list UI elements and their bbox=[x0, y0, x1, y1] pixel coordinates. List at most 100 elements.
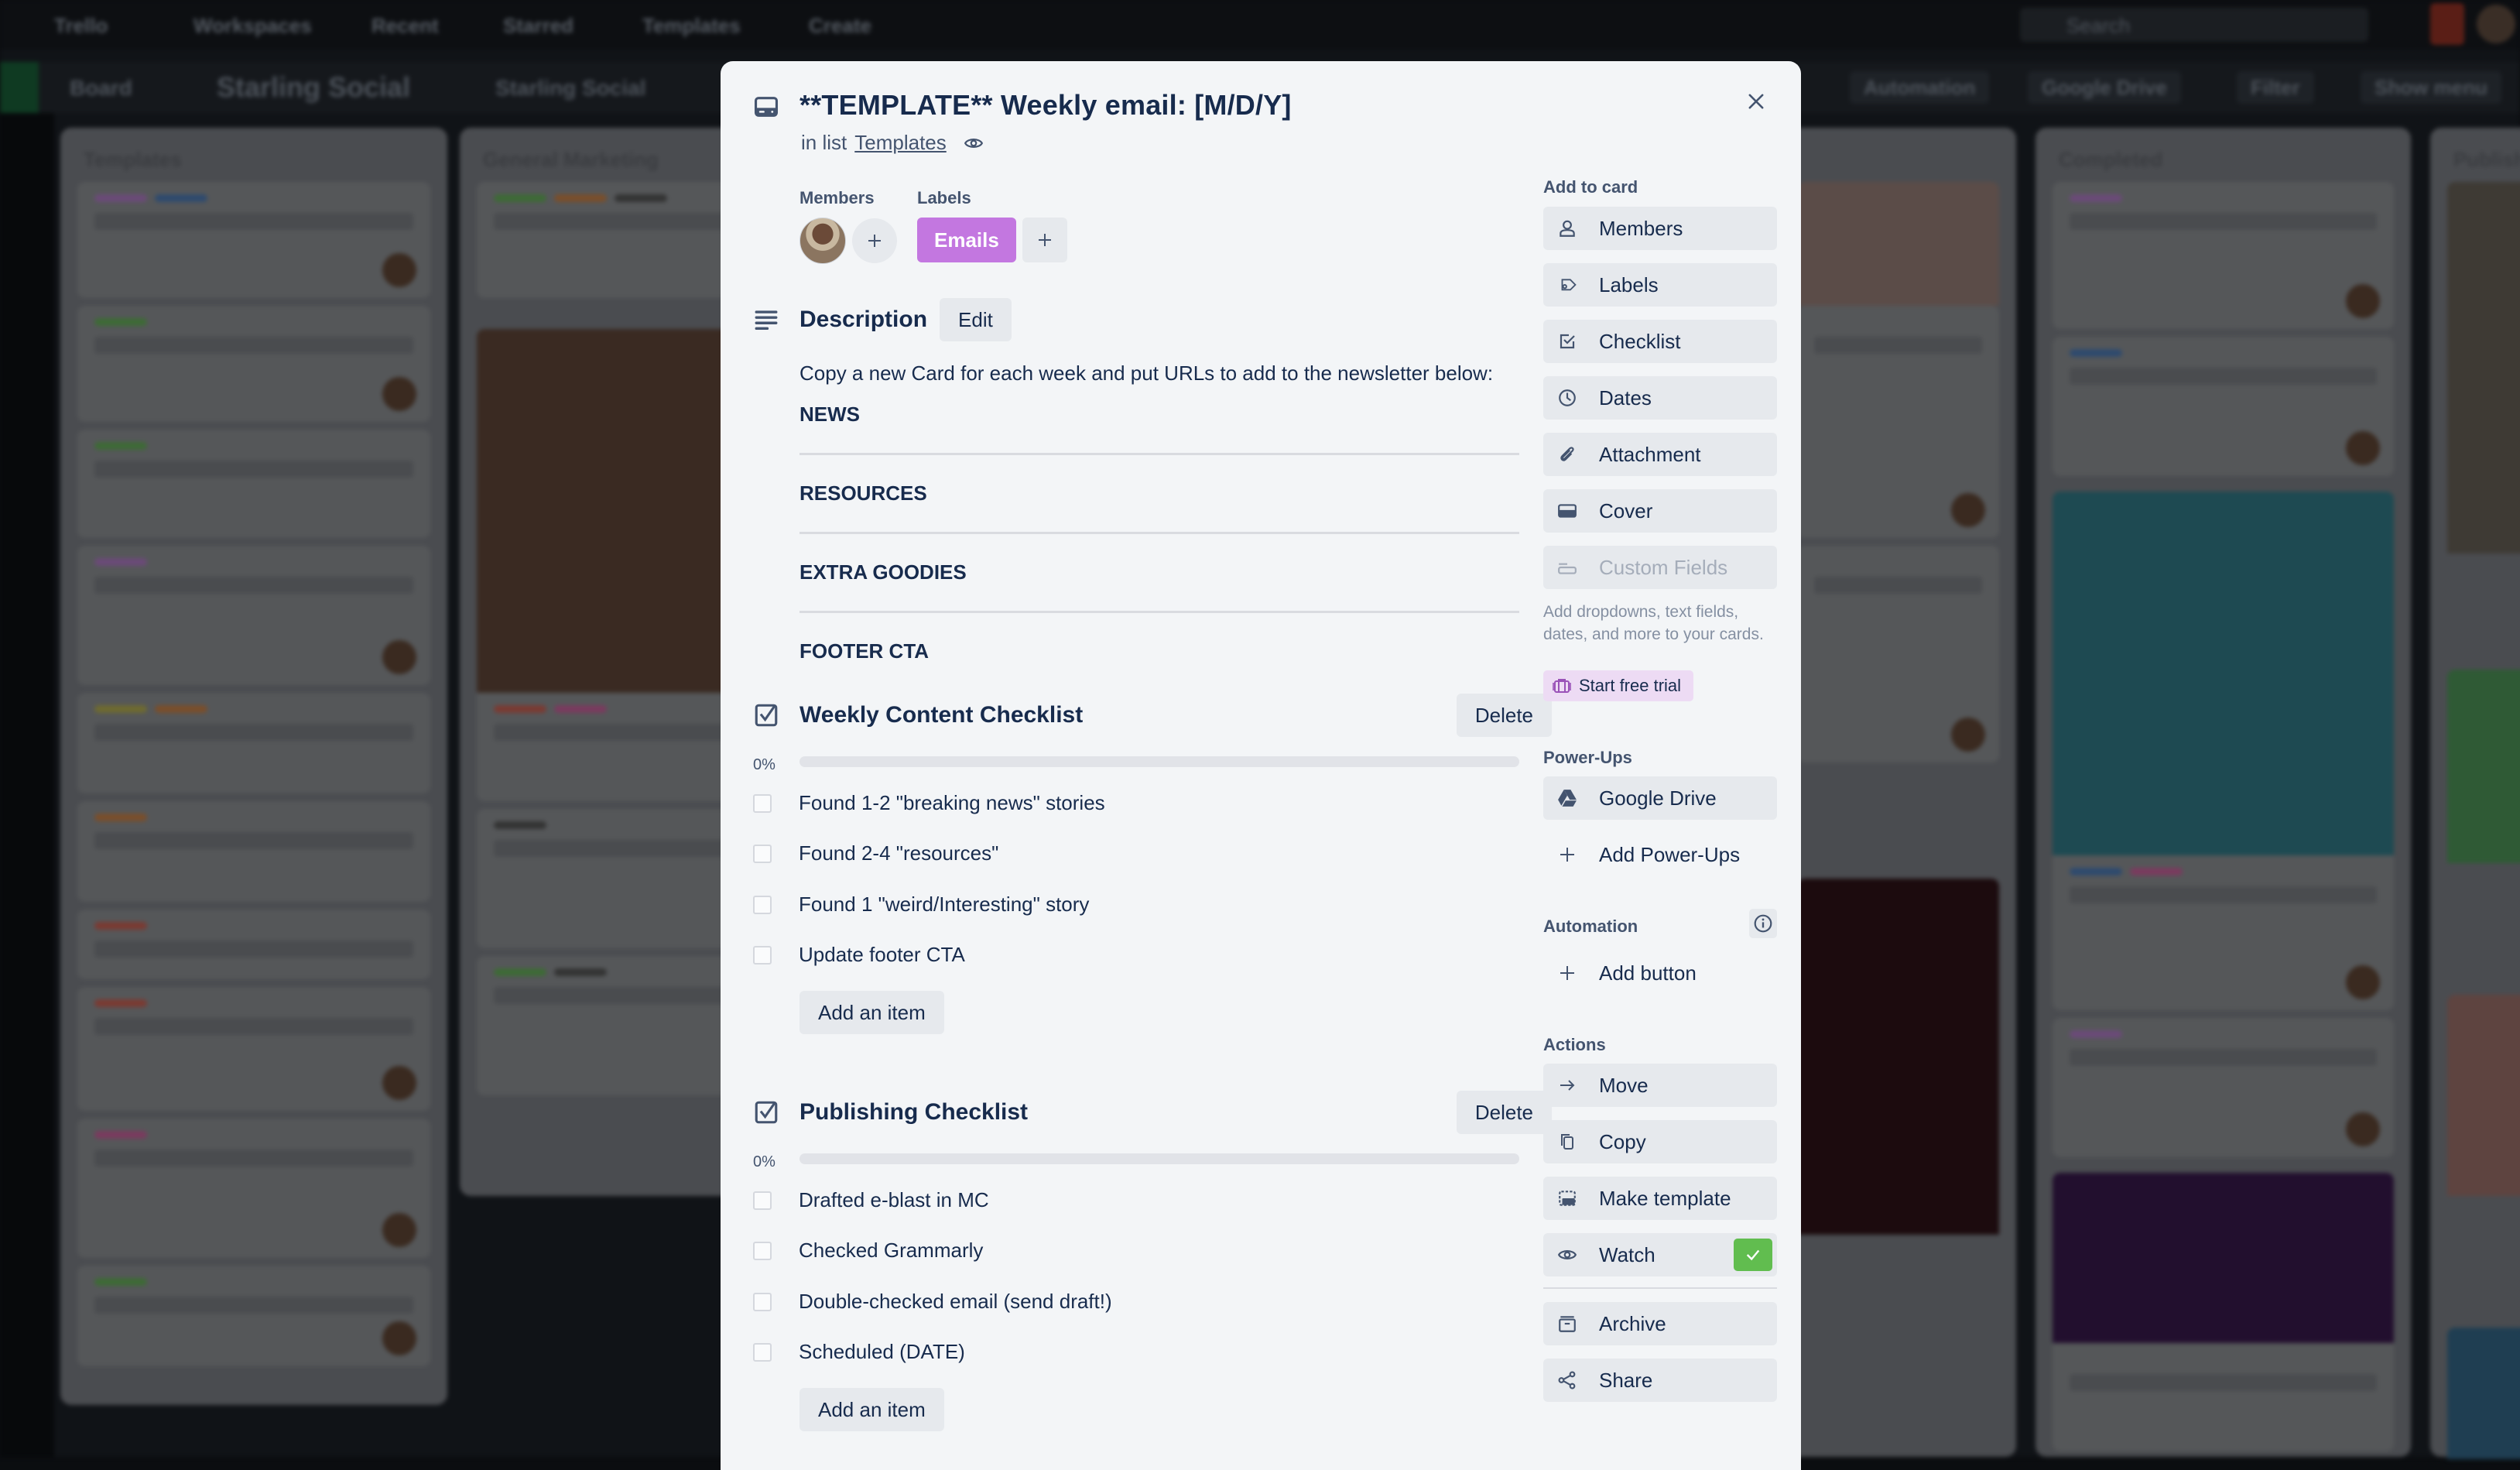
checklist-item-text[interactable]: Scheduled (DATE) bbox=[799, 1340, 965, 1364]
add-power-ups-button[interactable]: Add Power-Ups bbox=[1543, 833, 1777, 876]
sidebar-watch-button[interactable]: Watch bbox=[1543, 1233, 1777, 1276]
checklist-item-text[interactable]: Found 2-4 "resources" bbox=[799, 841, 998, 865]
add-to-card-heading: Add to card bbox=[1543, 177, 1638, 197]
nav-starred[interactable]: Starred bbox=[503, 14, 574, 37]
automation-button[interactable]: Automation bbox=[1850, 71, 1990, 104]
edit-description-button[interactable]: Edit bbox=[940, 298, 1012, 341]
notification-badge[interactable] bbox=[2430, 3, 2464, 45]
list-card[interactable] bbox=[2053, 337, 2394, 476]
label-emails[interactable]: Emails bbox=[917, 218, 1016, 262]
checkbox[interactable] bbox=[753, 1292, 772, 1311]
automation-info-button[interactable] bbox=[1749, 909, 1777, 938]
sidebar-members-button[interactable]: Members bbox=[1543, 207, 1777, 250]
add-automation-button[interactable]: Add button bbox=[1543, 951, 1777, 995]
checklist-item[interactable]: Found 1-2 "breaking news" stories bbox=[753, 791, 1105, 815]
list-card[interactable] bbox=[77, 1266, 430, 1366]
board-name[interactable]: Starling Social bbox=[217, 71, 410, 104]
paperclip-icon bbox=[1556, 443, 1579, 466]
show-menu-button[interactable]: Show menu bbox=[2361, 71, 2501, 104]
checkbox[interactable] bbox=[753, 844, 772, 863]
close-button[interactable] bbox=[1734, 80, 1778, 123]
add-member-button[interactable] bbox=[852, 218, 897, 263]
nav-recent[interactable]: Recent bbox=[371, 14, 439, 37]
checklist-item-text[interactable]: Drafted e-blast in MC bbox=[799, 1188, 989, 1212]
workspace-badge[interactable] bbox=[0, 62, 39, 113]
trello-logo[interactable]: Trello bbox=[54, 14, 108, 37]
top-navigation: Trello Workspaces Recent Starred Templat… bbox=[0, 0, 2520, 50]
sidebar-attachment-button[interactable]: Attachment bbox=[1543, 433, 1777, 476]
checklist-item-text[interactable]: Checked Grammarly bbox=[799, 1239, 983, 1263]
add-label-button[interactable] bbox=[1022, 218, 1067, 262]
sidebar-checklist-button[interactable]: Checklist bbox=[1543, 320, 1777, 363]
list-link[interactable]: Templates bbox=[854, 131, 947, 155]
list-card[interactable] bbox=[2053, 182, 2394, 329]
sidebar-button-label: Move bbox=[1599, 1073, 1649, 1097]
search-input[interactable]: Search bbox=[2020, 8, 2368, 42]
sidebar-button-label: Add Power-Ups bbox=[1599, 842, 1741, 866]
checklist-title[interactable]: Weekly Content Checklist bbox=[799, 702, 1083, 728]
sidebar-dates-button[interactable]: Dates bbox=[1543, 376, 1777, 420]
sidebar-copy-button[interactable]: Copy bbox=[1543, 1120, 1777, 1163]
description-body[interactable]: Copy a new Card for each week and put UR… bbox=[799, 362, 1519, 663]
user-avatar[interactable] bbox=[2477, 5, 2515, 43]
list-card[interactable] bbox=[77, 430, 430, 538]
tag-icon bbox=[1556, 273, 1579, 296]
member-avatar[interactable] bbox=[799, 218, 846, 264]
sidebar-labels-button[interactable]: Labels bbox=[1543, 263, 1777, 307]
list-card[interactable] bbox=[1797, 306, 1999, 538]
checklist-item[interactable]: Found 1 "weird/Interesting" story bbox=[753, 893, 1089, 917]
sidebar-google-drive-button[interactable]: Google Drive bbox=[1543, 776, 1777, 820]
description-icon bbox=[753, 307, 779, 333]
sidebar-share-button[interactable]: Share bbox=[1543, 1359, 1777, 1402]
nav-workspaces[interactable]: Workspaces bbox=[193, 14, 312, 37]
checklist-item-text[interactable]: Double-checked email (send draft!) bbox=[799, 1290, 1112, 1314]
sidebar-make-template-button[interactable]: Make template bbox=[1543, 1177, 1777, 1220]
board-view-switcher[interactable]: Board bbox=[70, 76, 132, 101]
checkbox[interactable] bbox=[753, 1241, 772, 1260]
list-card[interactable] bbox=[1797, 546, 1999, 762]
sidebar-custom-fields-button[interactable]: Custom Fields bbox=[1543, 546, 1777, 589]
nav-templates[interactable]: Templates bbox=[642, 14, 741, 37]
nav-create[interactable]: Create bbox=[809, 14, 871, 37]
list-title: Completed bbox=[2059, 148, 2163, 171]
checklist-item[interactable]: Update footer CTA bbox=[753, 943, 965, 967]
list-card[interactable] bbox=[2053, 855, 2394, 1010]
list-card[interactable] bbox=[77, 546, 430, 685]
workspace-name[interactable]: Starling Social bbox=[495, 76, 646, 101]
delete-checklist-button[interactable]: Delete bbox=[1456, 694, 1552, 737]
checklist-item-text[interactable]: Update footer CTA bbox=[799, 943, 965, 967]
checklist-item-text[interactable]: Found 1 "weird/Interesting" story bbox=[799, 893, 1089, 917]
sidebar-cover-button[interactable]: Cover bbox=[1543, 489, 1777, 533]
list-card[interactable] bbox=[77, 801, 430, 902]
checklist-item[interactable]: Checked Grammarly bbox=[753, 1239, 983, 1263]
checklist-item[interactable]: Double-checked email (send draft!) bbox=[753, 1290, 1112, 1314]
checklist-item[interactable]: Drafted e-blast in MC bbox=[753, 1188, 989, 1212]
add-checklist-item-button[interactable]: Add an item bbox=[799, 1388, 944, 1431]
checkbox[interactable] bbox=[753, 895, 772, 914]
checkbox[interactable] bbox=[753, 793, 772, 813]
sidebar-archive-button[interactable]: Archive bbox=[1543, 1302, 1777, 1345]
sidebar-move-button[interactable]: Move bbox=[1543, 1064, 1777, 1107]
google-drive-button[interactable]: Google Drive bbox=[2028, 71, 2181, 104]
filter-button[interactable]: Filter bbox=[2237, 71, 2314, 104]
list-card[interactable] bbox=[77, 182, 430, 298]
add-checklist-item-button[interactable]: Add an item bbox=[799, 991, 944, 1034]
list-card[interactable] bbox=[77, 1119, 430, 1258]
template-icon bbox=[1556, 1187, 1579, 1210]
checklist-title[interactable]: Publishing Checklist bbox=[799, 1099, 1028, 1126]
start-free-trial-button[interactable]: Start free trial bbox=[1543, 670, 1694, 701]
list-card[interactable] bbox=[77, 910, 430, 979]
list-card[interactable] bbox=[77, 987, 430, 1111]
checkbox[interactable] bbox=[753, 1342, 772, 1362]
checklist-item[interactable]: Scheduled (DATE) bbox=[753, 1340, 965, 1364]
checkbox[interactable] bbox=[753, 1191, 772, 1210]
checkbox[interactable] bbox=[753, 945, 772, 965]
card-title[interactable]: **TEMPLATE** Weekly email: [M/D/Y] bbox=[799, 89, 1292, 122]
checklist-item[interactable]: Found 2-4 "resources" bbox=[753, 841, 998, 865]
checklist-item-text[interactable]: Found 1-2 "breaking news" stories bbox=[799, 791, 1105, 815]
list-card[interactable] bbox=[2053, 1018, 2394, 1157]
delete-checklist-button[interactable]: Delete bbox=[1456, 1091, 1552, 1134]
list-card[interactable] bbox=[77, 693, 430, 793]
list-card[interactable] bbox=[2053, 1343, 2394, 1451]
list-card[interactable] bbox=[77, 306, 430, 422]
